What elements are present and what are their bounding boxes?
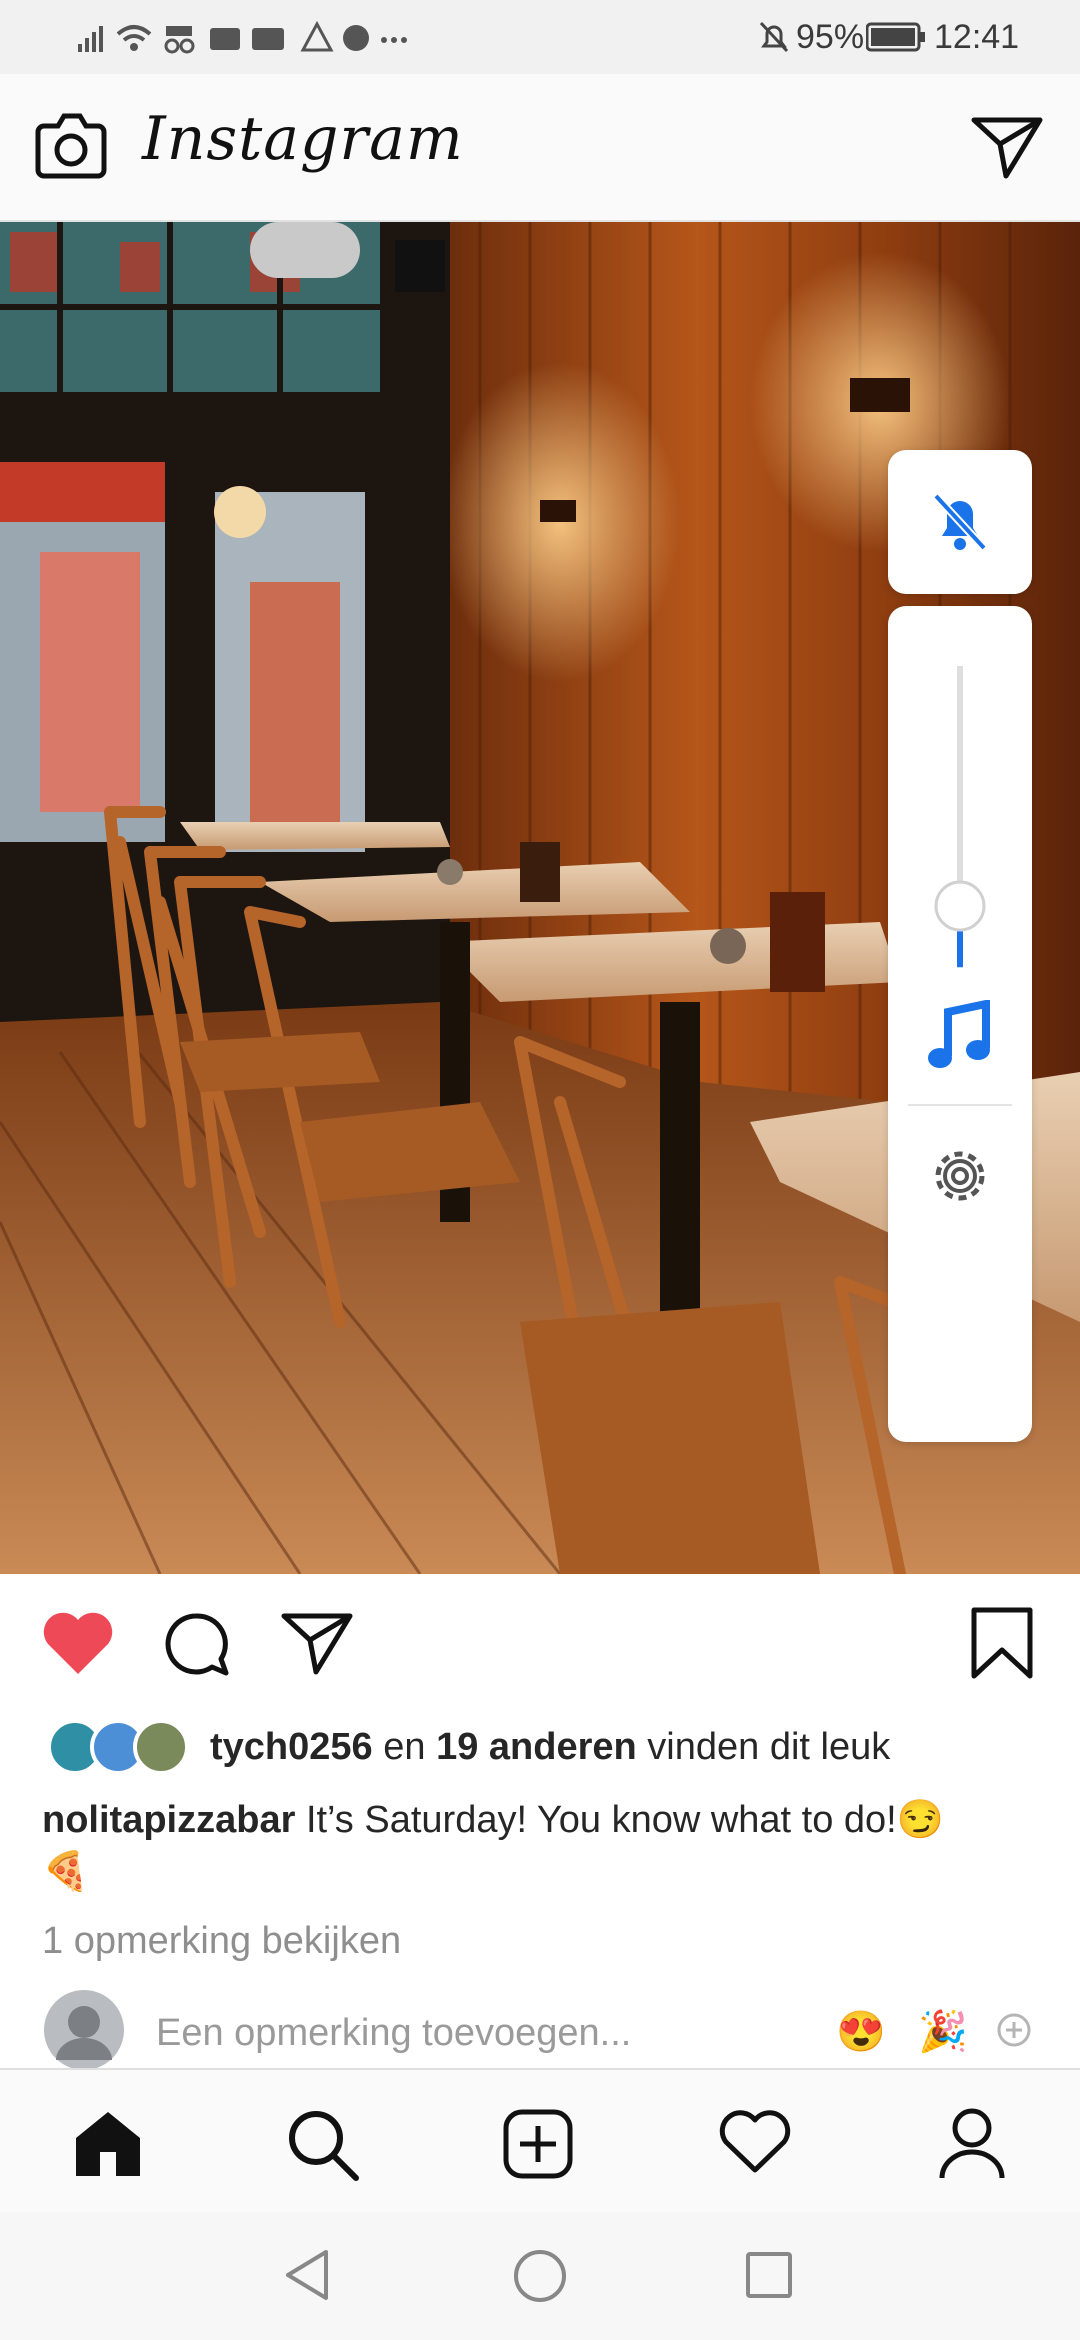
divider [908, 1104, 1012, 1106]
bookmark-icon[interactable] [970, 1606, 1034, 1680]
caption-username[interactable]: nolitapizzabar [42, 1799, 295, 1841]
volume-panel [888, 606, 1032, 1442]
camera-icon[interactable] [34, 112, 108, 180]
bottom-navigation [0, 2068, 1080, 2214]
like-heart-icon[interactable] [40, 1610, 116, 1678]
likes-others-link[interactable]: 19 anderen [436, 1726, 637, 1768]
add-comment-input[interactable]: Een opmerking toevoegen... [156, 2012, 631, 2055]
profile-icon[interactable] [936, 2106, 1008, 2182]
recent-apps-icon[interactable] [744, 2250, 794, 2300]
bell-off-icon [933, 493, 987, 551]
status-bar: 95% 12:41 [0, 0, 1080, 74]
battery-icon [866, 22, 925, 52]
quick-reaction-heart-eyes[interactable]: 😍 [836, 2008, 886, 2055]
system-navigation-bar [0, 2212, 1080, 2340]
settings-gear-icon[interactable] [928, 1144, 992, 1208]
volume-ringer-toggle[interactable] [888, 450, 1032, 594]
back-icon[interactable] [282, 2248, 332, 2302]
instagram-logo: Instagram [142, 104, 464, 174]
home-button-icon[interactable] [512, 2248, 568, 2304]
likes-summary: tych0256 en 19 anderen vinden dit leuk [210, 1726, 891, 1768]
share-icon[interactable] [280, 1610, 354, 1676]
app-header: Instagram [0, 74, 1080, 222]
user-avatar [44, 1990, 124, 2070]
search-icon[interactable] [286, 2108, 360, 2182]
new-post-icon[interactable] [502, 2108, 574, 2180]
direct-message-icon[interactable] [970, 114, 1044, 180]
battery-percent: 95% [796, 18, 865, 56]
add-reaction-icon[interactable] [996, 2012, 1032, 2048]
caption-line-2: 🍕 [42, 1851, 90, 1893]
view-comments-link[interactable]: 1 opmerking bekijken [42, 1920, 401, 1963]
liked-by-avatars[interactable] [46, 1718, 190, 1776]
caption-text: It’s Saturday! You know what to do!😏 [305, 1799, 945, 1841]
activity-heart-icon[interactable] [718, 2110, 792, 2176]
music-note-icon [928, 1000, 990, 1068]
liked-by-username[interactable]: tych0256 [210, 1726, 373, 1768]
mute-notifications-icon [759, 21, 789, 53]
clock: 12:41 [934, 18, 1020, 56]
quick-reaction-party[interactable]: 🎉 [918, 2008, 968, 2055]
status-notification-icons [78, 20, 407, 54]
comment-icon[interactable] [160, 1610, 232, 1682]
home-icon[interactable] [72, 2108, 144, 2178]
post-caption: nolitapizzabar It’s Saturday! You know w… [42, 1798, 944, 1842]
